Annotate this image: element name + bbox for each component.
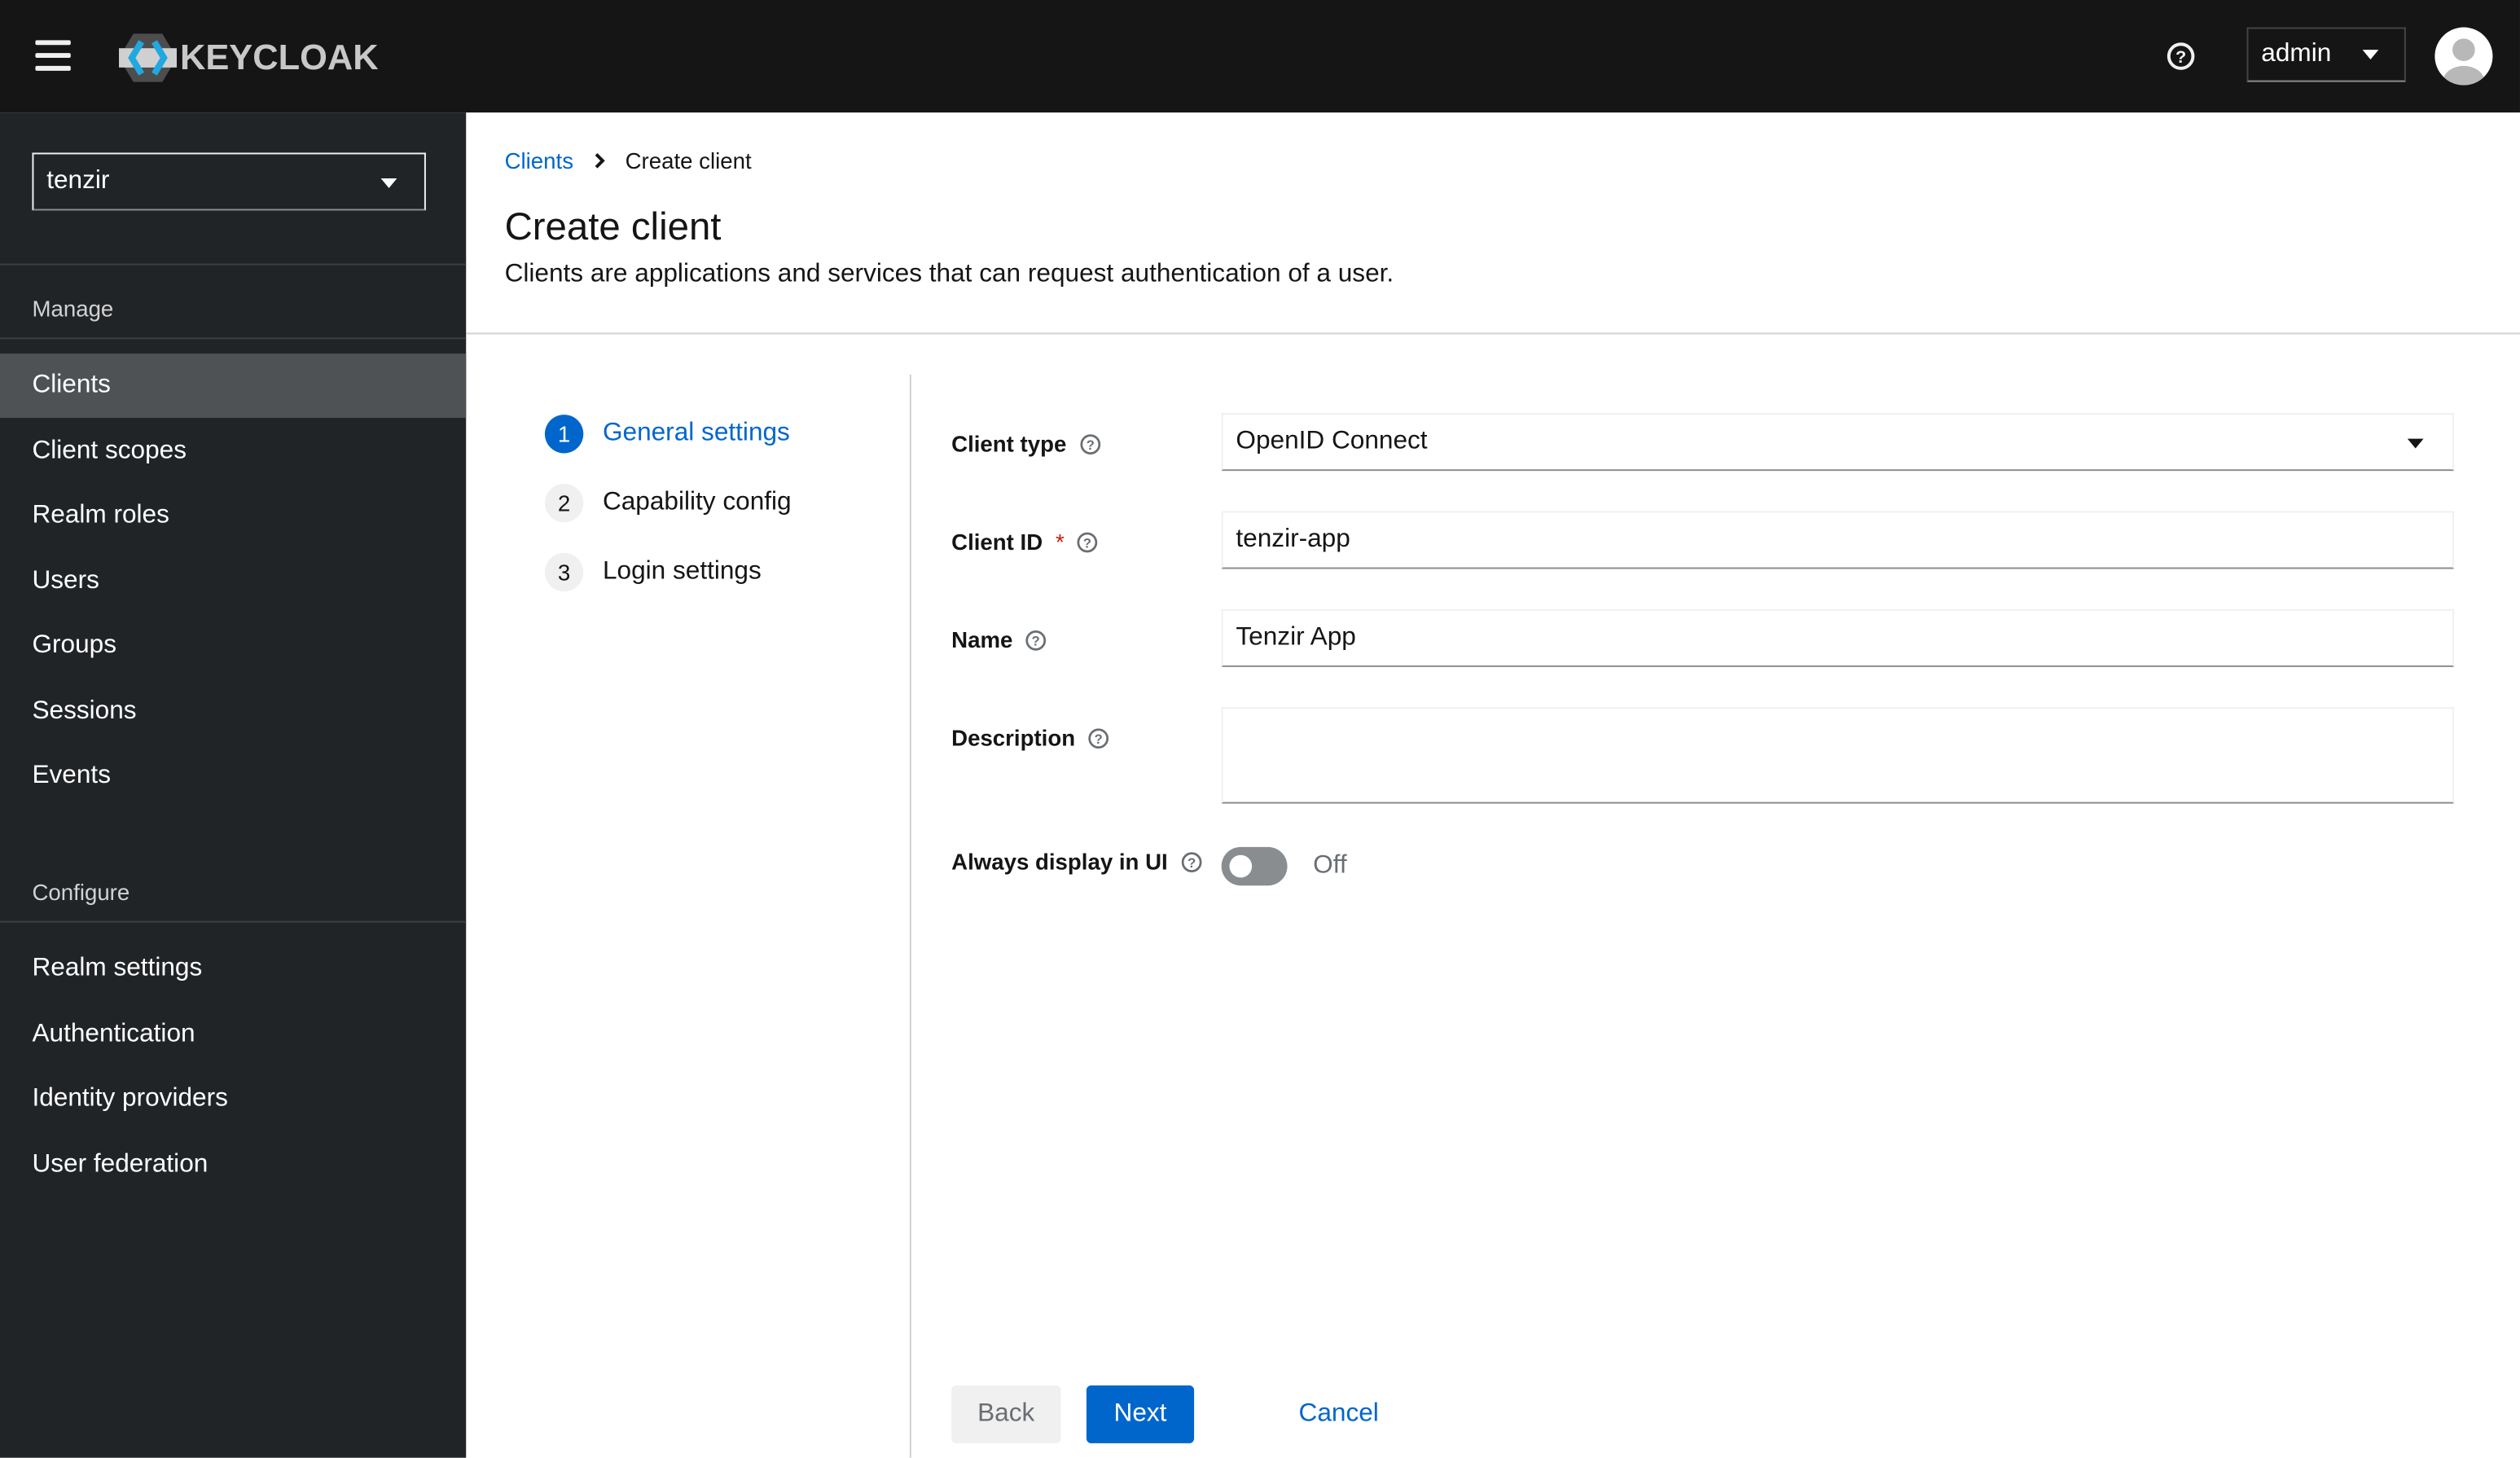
- back-button[interactable]: Back: [951, 1385, 1061, 1443]
- divider: [0, 263, 467, 266]
- sidebar-item-groups[interactable]: Groups: [0, 614, 466, 678]
- sidebar-item-realm-settings[interactable]: Realm settings: [0, 937, 466, 1001]
- svg-text:?: ?: [1095, 731, 1103, 746]
- sidebar-item-identity-providers[interactable]: Identity providers: [0, 1067, 466, 1131]
- client-id-label: Client ID * ?: [951, 529, 1098, 555]
- caret-down-icon: [2407, 438, 2424, 449]
- sidebar-item-authentication[interactable]: Authentication: [0, 1002, 466, 1066]
- step-label: Login settings: [602, 557, 762, 586]
- user-dropdown[interactable]: admin: [2246, 27, 2406, 82]
- sidebar-item-clients[interactable]: Clients: [0, 354, 467, 419]
- menu-icon[interactable]: [35, 40, 71, 72]
- toggle-state: Off: [1313, 851, 1347, 880]
- keycloak-hexagon-icon: [119, 33, 178, 82]
- always-display-label: Always display in UI ?: [951, 848, 1202, 875]
- sidebar-item-users[interactable]: Users: [0, 549, 466, 613]
- wizard-nav-divider: [909, 374, 911, 1458]
- page-description: Clients are applications and services th…: [504, 260, 1394, 288]
- divider: [0, 920, 467, 923]
- help-icon[interactable]: ?: [2167, 42, 2196, 71]
- help-icon[interactable]: ?: [1088, 727, 1109, 749]
- label-text: Description: [951, 724, 1076, 751]
- help-icon[interactable]: ?: [1079, 433, 1100, 455]
- client-type-select[interactable]: OpenID Connect: [1221, 413, 2455, 472]
- keycloak-logo[interactable]: KEYCLOAK: [119, 33, 379, 82]
- svg-text:?: ?: [1086, 437, 1094, 452]
- client-id-input[interactable]: [1221, 511, 2455, 569]
- wizard-step-capability-config[interactable]: 2 Capability config: [544, 483, 792, 523]
- help-icon[interactable]: ?: [1025, 629, 1047, 651]
- brand-name: KEYCLOAK: [179, 37, 379, 77]
- help-icon[interactable]: ?: [1077, 531, 1099, 552]
- section-title-manage: Manage: [32, 296, 114, 322]
- always-display-toggle[interactable]: [1221, 846, 1288, 886]
- sidebar-item-user-federation[interactable]: User federation: [0, 1132, 466, 1197]
- description-label: Description ?: [951, 724, 1109, 751]
- caret-down-icon: [380, 178, 397, 188]
- breadcrumb-current: Create client: [625, 147, 752, 174]
- step-label: General settings: [602, 419, 790, 447]
- label-text: Always display in UI: [951, 848, 1168, 875]
- svg-text:?: ?: [2175, 46, 2186, 67]
- realm-selector[interactable]: tenzir: [32, 152, 426, 211]
- client-type-label: Client type ?: [951, 430, 1100, 457]
- breadcrumb-clients-link[interactable]: Clients: [505, 148, 573, 174]
- chevron-right-icon: [595, 153, 605, 169]
- avatar-icon: [2443, 38, 2485, 86]
- name-label: Name ?: [951, 626, 1047, 653]
- sidebar-item-sessions[interactable]: Sessions: [0, 679, 466, 744]
- section-title-configure: Configure: [32, 879, 130, 905]
- sidebar: tenzir Manage Clients Client scopes Real…: [0, 112, 467, 1458]
- name-input[interactable]: [1221, 608, 2455, 667]
- label-text: Client ID: [951, 529, 1043, 555]
- step-number: 3: [544, 552, 584, 592]
- next-button[interactable]: Next: [1086, 1385, 1195, 1443]
- cancel-button[interactable]: Cancel: [1280, 1386, 1398, 1443]
- wizard-step-general-settings[interactable]: 1 General settings: [544, 415, 790, 454]
- help-icon[interactable]: ?: [1180, 851, 1202, 872]
- user-name: admin: [2261, 40, 2332, 68]
- svg-text:?: ?: [1187, 855, 1195, 870]
- label-text: Name: [951, 626, 1013, 653]
- step-label: Capability config: [602, 488, 792, 516]
- step-number: 1: [544, 415, 584, 454]
- avatar[interactable]: [2434, 27, 2493, 86]
- realm-name: tenzir: [46, 167, 110, 195]
- svg-text:?: ?: [1032, 634, 1040, 648]
- required-indicator: *: [1055, 529, 1065, 555]
- sidebar-item-events[interactable]: Events: [0, 744, 466, 809]
- label-text: Client type: [951, 430, 1067, 457]
- page-title: Create client: [504, 205, 722, 249]
- selected-value: OpenID Connect: [1236, 427, 1428, 455]
- caret-down-icon: [2361, 50, 2378, 60]
- divider: [0, 337, 467, 340]
- sidebar-item-client-scopes[interactable]: Client scopes: [0, 419, 466, 483]
- step-number: 2: [544, 483, 584, 523]
- sidebar-item-realm-roles[interactable]: Realm roles: [0, 484, 466, 548]
- divider: [466, 332, 2520, 335]
- description-textarea[interactable]: [1221, 707, 2455, 804]
- masthead: KEYCLOAK ? admin: [0, 0, 2520, 113]
- svg-text:?: ?: [1083, 535, 1091, 550]
- wizard-step-login-settings[interactable]: 3 Login settings: [544, 552, 762, 592]
